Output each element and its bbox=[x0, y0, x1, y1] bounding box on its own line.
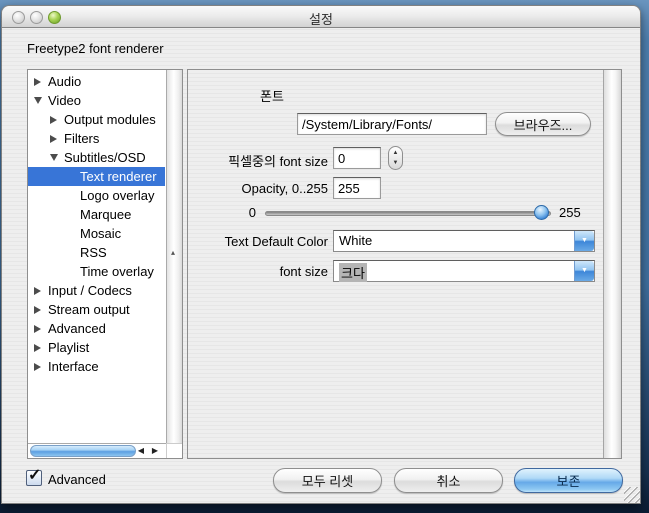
sidebar-item-logo-overlay[interactable]: Logo overlay bbox=[28, 186, 165, 205]
dropdown-button[interactable]: ▼ bbox=[574, 261, 594, 281]
sidebar-item-marquee[interactable]: Marquee bbox=[28, 205, 165, 224]
panel-vertical-scrollbar[interactable] bbox=[603, 70, 621, 458]
sidebar-item-time-overlay[interactable]: Time overlay bbox=[28, 262, 165, 281]
sidebar-item-stream-output[interactable]: Stream output bbox=[28, 300, 165, 319]
sidebar-item-label: Video bbox=[48, 93, 81, 108]
sidebar-item-label: Marquee bbox=[80, 207, 131, 222]
sidebar-item-label: Subtitles/OSD bbox=[64, 150, 146, 165]
opacity-label: Opacity, 0..255 bbox=[188, 181, 328, 196]
browse-button[interactable]: 브라우즈... bbox=[495, 112, 591, 136]
sidebar-item-label: Audio bbox=[48, 74, 81, 89]
opacity-slider-min-label: 0 bbox=[228, 205, 256, 220]
opacity-input[interactable] bbox=[333, 177, 381, 199]
tree-vertical-scrollbar[interactable]: ▴ bbox=[166, 70, 182, 443]
dropdown-button[interactable]: ▼ bbox=[574, 231, 594, 251]
sidebar-item-label: Logo overlay bbox=[80, 188, 154, 203]
disclosure-expanded-icon[interactable] bbox=[50, 154, 62, 161]
sidebar-item-text-renderer[interactable]: Text renderer bbox=[28, 167, 165, 186]
sidebar-item-filters[interactable]: Filters bbox=[28, 129, 165, 148]
chevron-down-icon: ▼ bbox=[575, 237, 594, 244]
text-default-color-select[interactable]: White ▼ bbox=[333, 230, 595, 252]
disclosure-collapsed-icon[interactable] bbox=[34, 78, 46, 86]
chevron-down-icon: ▼ bbox=[575, 267, 594, 274]
window-title: 설정 bbox=[2, 9, 640, 28]
sidebar-item-label: Text renderer bbox=[80, 169, 157, 184]
reset-all-button[interactable]: 모두 리셋 bbox=[273, 468, 382, 493]
opacity-slider-knob[interactable] bbox=[534, 205, 549, 220]
sidebar-item-video[interactable]: Video bbox=[28, 91, 165, 110]
desktop-background: 설정 Freetype2 font renderer Audio Video Out… bbox=[0, 0, 649, 513]
sidebar-item-label: Time overlay bbox=[80, 264, 154, 279]
advanced-checkbox[interactable]: ✓ bbox=[26, 470, 42, 486]
cancel-button[interactable]: 취소 bbox=[394, 468, 503, 493]
sidebar-item-rss[interactable]: RSS bbox=[28, 243, 165, 262]
sidebar-item-interface[interactable]: Interface bbox=[28, 357, 165, 376]
sidebar-item-label: Stream output bbox=[48, 302, 130, 317]
sidebar-item-label: RSS bbox=[80, 245, 107, 260]
disclosure-collapsed-icon[interactable] bbox=[34, 306, 46, 314]
sidebar-item-input-codecs[interactable]: Input / Codecs bbox=[28, 281, 165, 300]
category-tree: Audio Video Output modules Filters Subtitles… bbox=[28, 72, 165, 442]
font-size-label: font size bbox=[188, 264, 328, 279]
disclosure-collapsed-icon[interactable] bbox=[34, 344, 46, 352]
disclosure-collapsed-icon[interactable] bbox=[34, 287, 46, 295]
sidebar-item-label: Output modules bbox=[64, 112, 156, 127]
disclosure-expanded-icon[interactable] bbox=[34, 97, 46, 104]
disclosure-collapsed-icon[interactable] bbox=[50, 116, 62, 124]
scroll-left-arrow-icon[interactable]: ◀ bbox=[138, 446, 144, 455]
window-titlebar[interactable]: 설정 bbox=[2, 6, 640, 28]
disclosure-collapsed-icon[interactable] bbox=[50, 135, 62, 143]
text-default-color-value: White bbox=[339, 233, 372, 248]
advanced-checkbox-label: Advanced bbox=[48, 472, 106, 487]
sidebar-item-label: Input / Codecs bbox=[48, 283, 132, 298]
font-path-input[interactable] bbox=[297, 113, 487, 135]
sidebar-item-label: Filters bbox=[64, 131, 99, 146]
settings-panel: 폰트 브라우즈... 픽셀중의 font size ▲ ▼ Opacity, 0… bbox=[187, 69, 622, 459]
font-label: 폰트 bbox=[260, 86, 284, 105]
sidebar-item-audio[interactable]: Audio bbox=[28, 72, 165, 91]
scrollbar-corner bbox=[166, 443, 182, 458]
scroll-up-arrow-icon[interactable]: ▴ bbox=[171, 248, 175, 257]
stepper-up-icon[interactable]: ▲ bbox=[389, 150, 402, 156]
opacity-slider-track[interactable] bbox=[265, 211, 551, 216]
category-tree-panel: Audio Video Output modules Filters Subtitles… bbox=[27, 69, 183, 459]
opacity-slider-max-label: 255 bbox=[559, 205, 581, 220]
font-size-select[interactable]: 크다 ▼ bbox=[333, 260, 595, 282]
resize-grip[interactable] bbox=[624, 487, 640, 503]
settings-window: 설정 Freetype2 font renderer Audio Video Out… bbox=[1, 5, 641, 504]
stepper-down-icon[interactable]: ▼ bbox=[389, 160, 402, 166]
tree-horizontal-scrollbar[interactable]: ◀ ▶ bbox=[28, 443, 166, 458]
text-default-color-label: Text Default Color bbox=[188, 234, 328, 249]
sidebar-item-playlist[interactable]: Playlist bbox=[28, 338, 165, 357]
page-title: Freetype2 font renderer bbox=[27, 41, 164, 56]
save-button[interactable]: 보존 bbox=[514, 468, 623, 493]
pixel-font-size-label: 픽셀중의 font size bbox=[188, 151, 328, 170]
scroll-right-arrow-icon[interactable]: ▶ bbox=[152, 446, 158, 455]
sidebar-item-mosaic[interactable]: Mosaic bbox=[28, 224, 165, 243]
sidebar-item-label: Playlist bbox=[48, 340, 89, 355]
disclosure-collapsed-icon[interactable] bbox=[34, 363, 46, 371]
sidebar-item-label: Interface bbox=[48, 359, 99, 374]
disclosure-collapsed-icon[interactable] bbox=[34, 325, 46, 333]
pixel-font-size-stepper[interactable]: ▲ ▼ bbox=[388, 146, 403, 170]
sidebar-item-subtitles-osd[interactable]: Subtitles/OSD bbox=[28, 148, 165, 167]
horizontal-scrollbar-thumb[interactable] bbox=[30, 445, 136, 457]
sidebar-item-label: Mosaic bbox=[80, 226, 121, 241]
pixel-font-size-input[interactable] bbox=[333, 147, 381, 169]
checkmark-icon: ✓ bbox=[28, 465, 41, 485]
sidebar-item-output-modules[interactable]: Output modules bbox=[28, 110, 165, 129]
sidebar-item-label: Advanced bbox=[48, 321, 106, 336]
font-size-value: 크다 bbox=[339, 263, 367, 282]
sidebar-item-advanced[interactable]: Advanced bbox=[28, 319, 165, 338]
